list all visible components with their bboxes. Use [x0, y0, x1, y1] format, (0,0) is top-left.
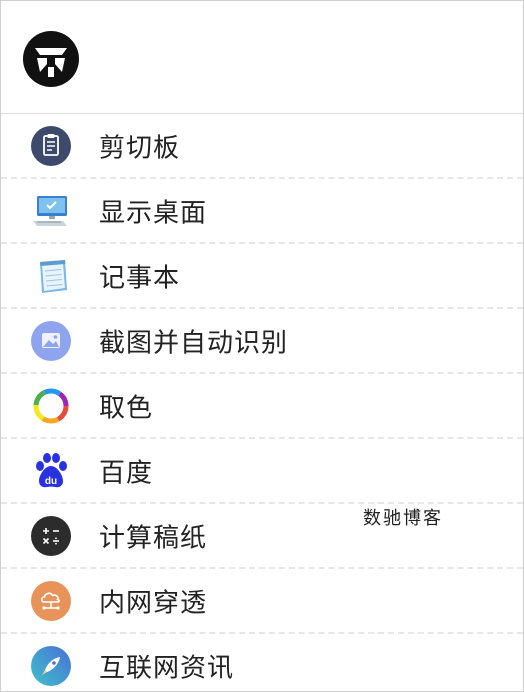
watermark-text: 数驰博客	[363, 508, 443, 529]
clipboard-icon	[31, 125, 71, 166]
menu-item-clipboard[interactable]: 剪切板	[1, 114, 523, 179]
menu-item-label: 剪切板	[99, 133, 181, 163]
cloud-network-icon	[31, 580, 71, 621]
menu-item-label: 计算稿纸	[99, 523, 208, 553]
svg-text:du: du	[45, 476, 57, 487]
baidu-paw-icon: du	[36, 452, 67, 487]
app-logo-icon[interactable]	[23, 31, 79, 87]
menu-item-color-picker[interactable]: 取色	[1, 374, 523, 439]
launcher-panel: 剪切板 显示桌面 记事本 截图并自动识别 取色 du 百度 计算稿纸 内网穿透 …	[0, 0, 524, 692]
menu-item-label: 记事本	[99, 263, 181, 293]
menu-item-label: 截图并自动识别	[99, 328, 289, 358]
menu-item-label: 内网穿透	[99, 588, 208, 618]
menu-item-calculator[interactable]: 计算稿纸	[1, 504, 523, 569]
menu-item-screenshot-ocr[interactable]: 截图并自动识别	[1, 309, 523, 374]
menu-item-baidu[interactable]: du 百度	[1, 439, 523, 504]
header	[1, 1, 523, 114]
calculator-icon	[31, 515, 71, 556]
menu-item-label: 百度	[99, 458, 154, 488]
notepad-icon	[40, 259, 67, 293]
screenshot-image-icon	[31, 320, 71, 361]
rocket-icon	[31, 645, 71, 686]
menu-item-show-desktop[interactable]: 显示桌面	[1, 179, 523, 244]
color-picker-ring-icon	[33, 388, 69, 423]
menu-item-notepad[interactable]: 记事本	[1, 244, 523, 309]
menu-item-label: 显示桌面	[99, 198, 208, 228]
menu-item-label: 取色	[99, 393, 154, 423]
menu-item-label: 互联网资讯	[99, 653, 235, 683]
menu-item-internet-news[interactable]: 互联网资讯	[1, 634, 523, 691]
desktop-computer-icon	[33, 195, 67, 226]
tool-menu: 剪切板 显示桌面 记事本 截图并自动识别 取色 du 百度 计算稿纸 内网穿透 …	[1, 114, 523, 691]
menu-item-intranet-tunnel[interactable]: 内网穿透	[1, 569, 523, 634]
